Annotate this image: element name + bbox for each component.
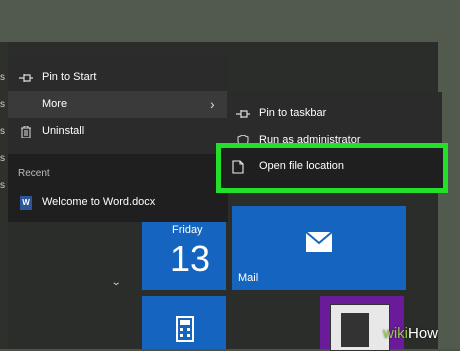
- empty-tile-slot: [232, 296, 316, 349]
- calendar-day-name: Friday: [172, 224, 203, 236]
- calculator-icon: [176, 316, 194, 342]
- desktop-background-top: [0, 0, 460, 42]
- pin-icon: [235, 100, 251, 127]
- recent-item-word-doc[interactable]: Welcome to Word.docx: [42, 196, 155, 208]
- mail-tile[interactable]: Mail: [232, 206, 406, 290]
- app-list-fragment: s: [0, 99, 5, 110]
- uninstall-label: Uninstall: [42, 125, 85, 137]
- app-list-strip: s s s s s: [0, 42, 8, 349]
- photo-thumbnail: [330, 304, 390, 351]
- more-label: More: [42, 98, 68, 110]
- pin-to-start-label: Pin to Start: [42, 71, 97, 83]
- word-doc-icon: W: [20, 196, 32, 210]
- pin-to-taskbar-item[interactable]: Pin to taskbar: [227, 100, 442, 127]
- more-item[interactable]: More ›: [8, 91, 228, 118]
- app-list-fragment: s: [0, 153, 5, 164]
- context-menu: Pin to Start More › Uninstall Recent W W…: [8, 56, 228, 222]
- pin-to-taskbar-label: Pin to taskbar: [259, 107, 327, 119]
- app-list-fragment: s: [0, 126, 5, 137]
- highlight-box: [216, 143, 448, 193]
- mail-icon: [306, 232, 332, 252]
- calendar-day-number: 13: [170, 238, 211, 279]
- chevron-down-icon[interactable]: ⌄: [111, 277, 122, 288]
- pin-icon: [18, 64, 34, 91]
- mail-tile-label: Mail: [238, 272, 259, 284]
- wikihow-watermark: wikiHow: [383, 325, 439, 342]
- recent-header: Recent: [18, 168, 50, 179]
- pin-to-start-item[interactable]: Pin to Start: [8, 64, 228, 91]
- trash-icon: [18, 118, 34, 145]
- uninstall-item[interactable]: Uninstall: [8, 118, 228, 145]
- chevron-right-icon: ›: [210, 96, 215, 112]
- app-list-fragment: s: [0, 72, 5, 83]
- app-list-fragment: s: [0, 180, 5, 191]
- app-tile[interactable]: [142, 296, 226, 349]
